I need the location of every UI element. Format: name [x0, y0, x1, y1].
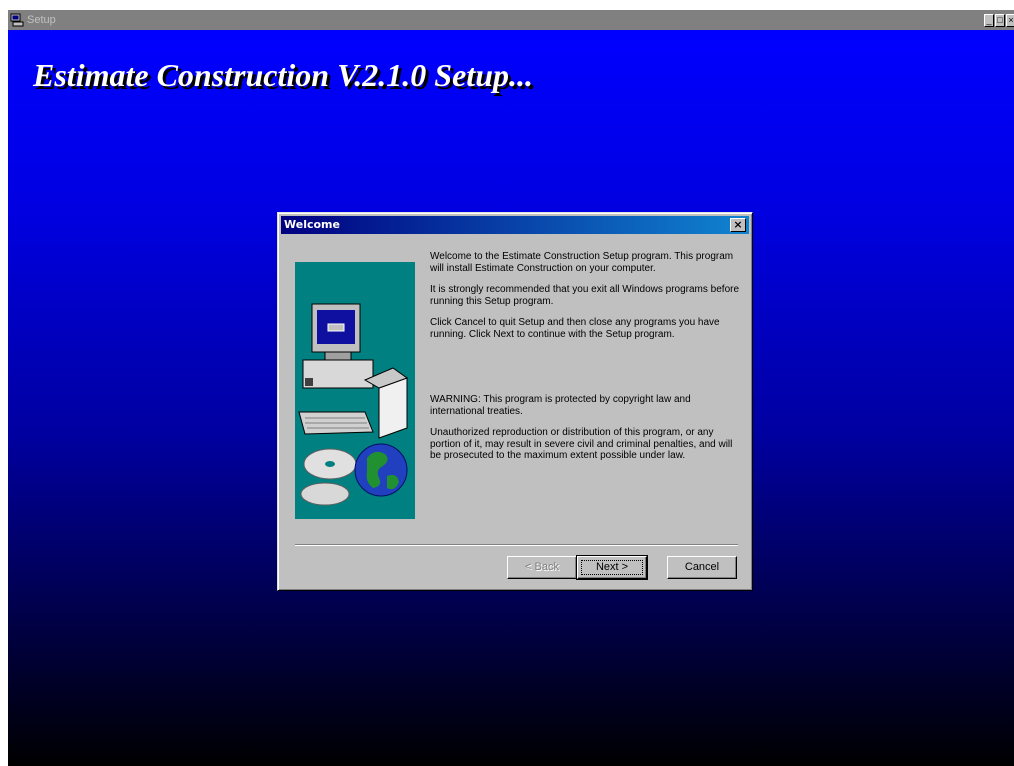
back-button[interactable]: < Back [507, 556, 577, 579]
dialog-close-button[interactable]: × [730, 218, 746, 232]
setup-window: Setup _ □ × Estimate Construction V.2.1.… [8, 10, 1014, 766]
setup-app-icon [10, 13, 24, 27]
window-titlebar[interactable]: Setup _ □ × [8, 10, 1014, 30]
dialog-title: Welcome [284, 218, 340, 231]
window-title: Setup [27, 14, 56, 26]
setup-illustration [295, 262, 415, 519]
minimize-icon: _ [986, 15, 992, 25]
copyright-warning: WARNING: This program is protected by co… [430, 394, 691, 417]
welcome-dialog: Welcome × Welcome to the Estimate Constr… [277, 212, 753, 591]
focus-rectangle [581, 560, 643, 575]
dialog-titlebar[interactable]: Welcome × [281, 216, 749, 234]
minimize-button[interactable]: _ [984, 14, 994, 27]
maximize-button[interactable]: □ [995, 14, 1005, 27]
cancel-button[interactable]: Cancel [667, 556, 737, 579]
exit-programs-paragraph: It is strongly recommended that you exit… [430, 284, 740, 307]
setup-background: Estimate Construction V.2.1.0 Setup... W… [8, 30, 1014, 766]
setup-heading: Estimate Construction V.2.1.0 Setup... [33, 57, 533, 93]
button-separator [295, 544, 738, 546]
close-icon: × [733, 218, 743, 231]
cancel-next-paragraph: Click Cancel to quit Setup and then clos… [430, 317, 720, 340]
unauthorized-paragraph: Unauthorized reproduction or distributio… [430, 427, 733, 461]
welcome-text: Welcome to the Estimate Construction Set… [430, 251, 740, 472]
maximize-icon: □ [997, 15, 1003, 25]
close-icon: × [1008, 15, 1014, 25]
next-button[interactable]: Next > [576, 555, 648, 580]
close-button[interactable]: × [1006, 14, 1014, 27]
welcome-paragraph: Welcome to the Estimate Construction Set… [430, 251, 734, 274]
